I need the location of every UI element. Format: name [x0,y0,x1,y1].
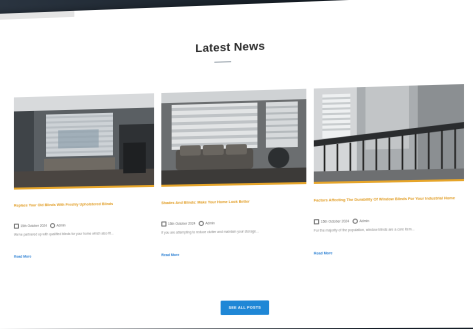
see-all-posts-button[interactable]: SEE ALL POSTS [220,300,270,316]
post-author: Admin [205,221,215,226]
post-date: 15th October 2024 [168,221,196,226]
post-excerpt: For the majority of the population, wind… [313,227,415,233]
post-date: 15th October 2024 [20,223,47,228]
news-card[interactable]: Factors Affecting The Durability Of Wind… [313,84,465,265]
post-meta: 15th October 2024 Admin [313,217,460,225]
calendar-icon [161,221,167,227]
title-underline [214,61,232,63]
post-excerpt: We've partnered up with qualified blinds… [13,231,114,237]
post-headline[interactable]: Factors Affecting The Durability Of Wind… [314,196,460,204]
user-icon [352,218,358,224]
post-image-zebra-blinds-sofa[interactable] [161,88,307,187]
post-meta: 15th October 2024 Admin [161,219,302,227]
read-more-link[interactable]: Read More [14,255,31,259]
post-image-staircase-blinds[interactable] [313,84,465,184]
calendar-icon [313,219,320,225]
news-page: Latest News Replace Your Old Blinds With… [0,0,473,329]
section-title: Latest News [195,40,266,56]
read-more-link[interactable]: Read More [314,251,333,255]
post-meta: 15th October 2024 Admin [13,222,150,229]
read-more-link[interactable]: Read More [161,253,179,257]
post-author: Admin [359,218,370,224]
user-icon [49,223,56,229]
post-excerpt: If you are attempting to reduce clutter … [161,229,259,235]
post-date: 15th October 2024 [320,219,350,224]
news-card[interactable]: Replace Your Old Blinds With Freshly Uph… [13,93,155,268]
post-headline[interactable]: Replace Your Old Blinds With Freshly Uph… [14,201,150,208]
post-author: Admin [56,223,66,228]
news-card[interactable]: Shades And Blinds: Make Your Home Look B… [161,88,307,267]
post-image-living-room-blinds[interactable] [13,93,155,190]
post-headline[interactable]: Shades And Blinds: Make Your Home Look B… [161,199,302,207]
news-cards: Replace Your Old Blinds With Freshly Uph… [13,84,466,268]
calendar-icon [13,223,19,229]
user-icon [198,220,204,227]
